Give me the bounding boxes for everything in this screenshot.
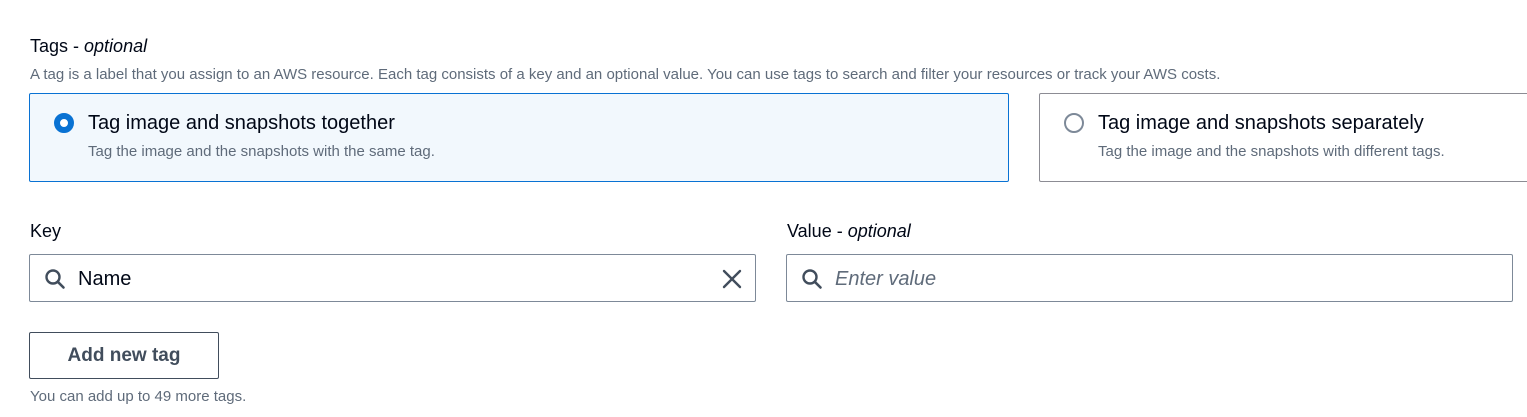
tile-tag-separately[interactable]: Tag image and snapshots separately Tag t… [1039, 93, 1527, 182]
tag-limit-hint: You can add up to 49 more tags. [30, 388, 247, 405]
section-title-sep: - [68, 36, 85, 56]
value-label: Value - optional [787, 220, 911, 242]
radio-unselected-icon[interactable] [1064, 113, 1084, 133]
key-input-value: Name [78, 268, 132, 290]
key-input[interactable]: Name [29, 254, 756, 302]
section-description: A tag is a label that you assign to an A… [30, 66, 1221, 83]
section-title-text: Tags [30, 36, 69, 56]
value-label-optional: optional [847, 221, 911, 241]
tile-description: Tag the image and the snapshots with the… [88, 143, 435, 160]
tile-label: Tag image and snapshots together [88, 112, 395, 134]
key-label: Key [30, 221, 62, 241]
search-icon [802, 269, 822, 289]
tile-label: Tag image and snapshots separately [1098, 112, 1424, 134]
section-title: Tags - optional [30, 35, 147, 57]
value-label-text: Value [787, 221, 832, 241]
tile-tag-together[interactable]: Tag image and snapshots together Tag the… [29, 93, 1009, 182]
tags-section: Tags - optional A tag is a label that yo… [0, 0, 1527, 417]
search-icon [45, 269, 65, 289]
section-title-optional: optional [84, 36, 148, 56]
radio-selected-icon[interactable] [54, 113, 74, 133]
tile-description: Tag the image and the snapshots with dif… [1098, 143, 1445, 160]
value-input[interactable]: Enter value [786, 254, 1513, 302]
close-icon[interactable] [721, 268, 743, 290]
add-new-tag-button[interactable]: Add new tag [29, 332, 219, 379]
value-label-sep: - [831, 221, 848, 241]
value-input-placeholder: Enter value [835, 268, 937, 290]
